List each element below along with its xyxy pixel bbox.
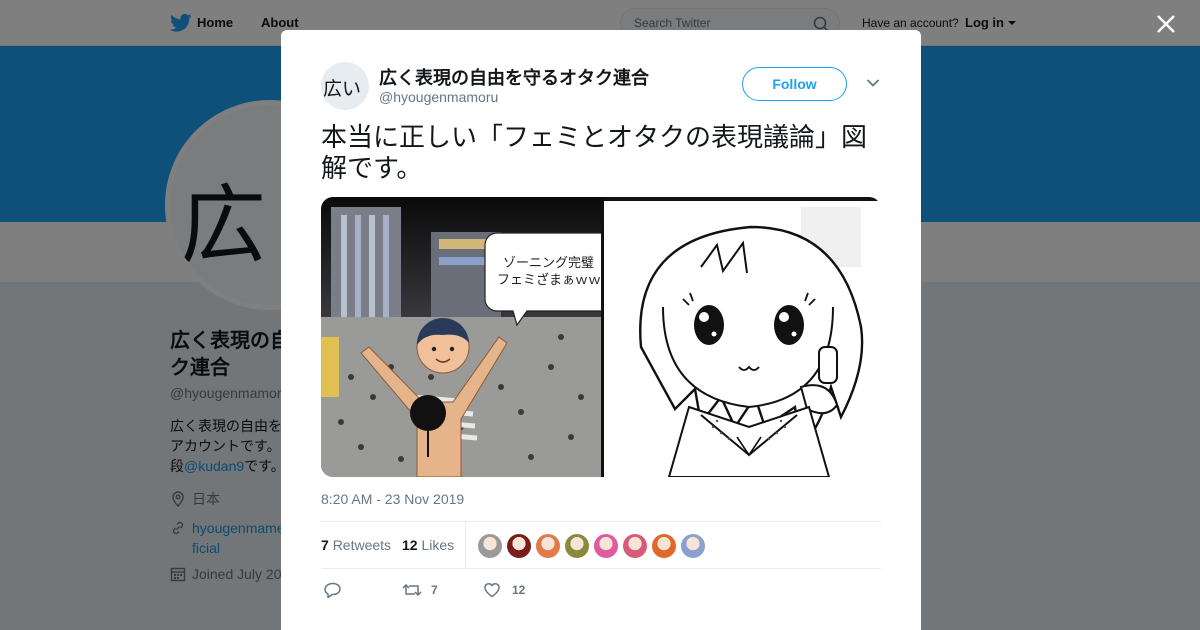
retweets-label: Retweets <box>332 537 392 553</box>
retweets-count: 7 <box>321 537 329 553</box>
tweet-media[interactable]: ゾーニング完璧 フェミざまぁｗｗ <box>321 197 881 477</box>
tweet-author-avatar-glyph: 広い <box>323 78 362 100</box>
liker-avatar[interactable] <box>507 534 531 558</box>
tweet-modal: 広い 広く表現の自由を守るオタク連合 @hyougenmamoru Follow… <box>281 30 921 630</box>
retweet-action-count: 7 <box>431 583 438 597</box>
likes-count: 12 <box>402 537 418 553</box>
media-image-left[interactable] <box>321 197 601 477</box>
retweet-icon[interactable] <box>402 582 422 598</box>
like-action-count: 12 <box>512 583 526 597</box>
chevron-down-icon[interactable] <box>866 78 880 88</box>
tweet-timestamp[interactable]: 8:20 AM - 23 Nov 2019 <box>321 491 464 507</box>
reply-icon[interactable] <box>324 582 342 598</box>
media-bubble-line2: フェミざまぁｗｗ <box>497 272 601 287</box>
likes-stat[interactable]: 12 Likes <box>402 537 454 553</box>
media-image-right[interactable] <box>601 197 881 477</box>
heart-icon[interactable] <box>483 582 501 598</box>
tweet-author-handle[interactable]: @hyougenmamoru <box>379 89 498 105</box>
media-bubble-line1: ゾーニング完璧 <box>503 255 595 270</box>
media-bubble-text: ゾーニング完璧 フェミざまぁｗｗ <box>497 254 601 288</box>
follow-button[interactable]: Follow <box>742 67 847 101</box>
like-action[interactable]: 12 <box>483 580 543 600</box>
liker-avatar[interactable] <box>652 534 676 558</box>
liker-avatar[interactable] <box>565 534 589 558</box>
tweet-author-avatar[interactable]: 広い <box>321 62 369 110</box>
retweets-stat[interactable]: 7 Retweets <box>321 537 391 553</box>
tweet-text: 本当に正しい「フェミとオタクの表現議論」図解です。 <box>321 123 868 184</box>
close-icon[interactable] <box>1154 12 1178 36</box>
tweet-actions: 7 12 <box>321 580 881 600</box>
liker-avatar[interactable] <box>681 534 705 558</box>
liker-avatar[interactable] <box>623 534 647 558</box>
liker-avatar[interactable] <box>594 534 618 558</box>
liker-avatar[interactable] <box>536 534 560 558</box>
tweet-stats: 7 Retweets 12 Likes <box>321 521 881 569</box>
likes-label: Likes <box>421 537 455 553</box>
liker-avatar[interactable] <box>478 534 502 558</box>
retweet-action[interactable]: 7 <box>402 580 462 600</box>
tweet-author-name[interactable]: 広く表現の自由を守るオタク連合 <box>379 64 649 90</box>
stats-divider <box>465 522 466 568</box>
reply-action[interactable] <box>324 580 364 600</box>
